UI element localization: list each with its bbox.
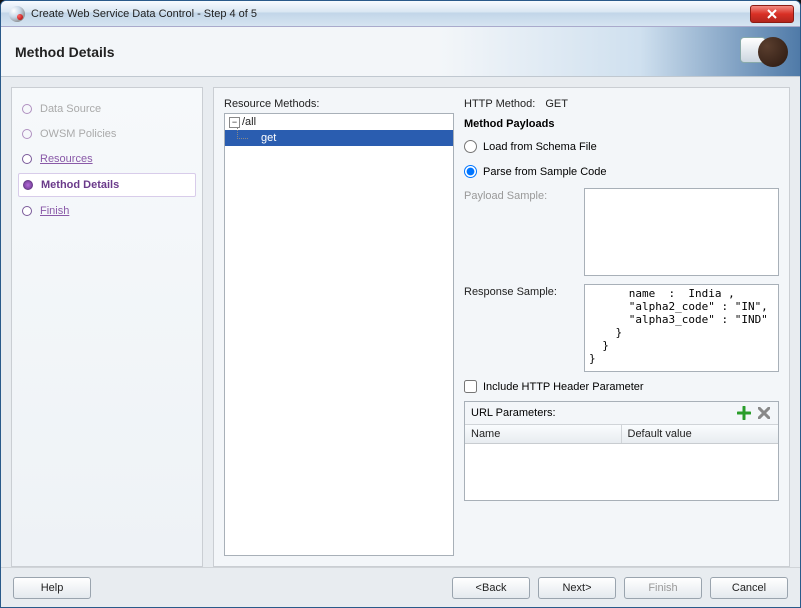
step-label: OWSM Policies bbox=[40, 128, 116, 140]
table-body[interactable] bbox=[465, 444, 778, 500]
tree-node-get[interactable]: get bbox=[225, 130, 453, 146]
radio-label: Parse from Sample Code bbox=[483, 166, 607, 178]
header-band: Method Details bbox=[1, 27, 800, 77]
page-title: Method Details bbox=[15, 44, 115, 60]
remove-parameter-button[interactable] bbox=[756, 405, 772, 421]
close-icon bbox=[767, 9, 777, 19]
step-method-details: Method Details bbox=[18, 173, 196, 197]
app-icon bbox=[9, 6, 25, 22]
response-sample-label: Response Sample: bbox=[464, 284, 574, 298]
tree-node-root[interactable]: − /all bbox=[225, 114, 453, 130]
http-method-label: HTTP Method: bbox=[464, 98, 535, 110]
back-button[interactable]: < Back bbox=[452, 577, 530, 599]
http-method-row: HTTP Method: GET bbox=[464, 98, 779, 110]
col-name: Name bbox=[465, 425, 622, 443]
radio-label: Load from Schema File bbox=[483, 141, 597, 153]
step-resources[interactable]: Resources bbox=[18, 148, 196, 170]
main-panel: Resource Methods: − /all get HTTP Method… bbox=[213, 87, 790, 567]
step-label: Data Source bbox=[40, 103, 101, 115]
details-column: HTTP Method: GET Method Payloads Load fr… bbox=[464, 98, 779, 556]
payload-sample-textarea[interactable] bbox=[584, 188, 779, 276]
add-parameter-button[interactable] bbox=[736, 405, 752, 421]
cancel-button[interactable]: Cancel bbox=[710, 577, 788, 599]
tree-node-label: get bbox=[261, 132, 276, 144]
plus-icon bbox=[737, 406, 751, 420]
button-label: Cancel bbox=[732, 582, 766, 594]
url-parameters-label: URL Parameters: bbox=[471, 407, 556, 419]
button-bar: Help < Back Next > Finish Cancel bbox=[1, 567, 800, 607]
step-label: Method Details bbox=[41, 179, 119, 191]
header-decor-icon bbox=[740, 33, 788, 69]
radio-parse-sample[interactable]: Parse from Sample Code bbox=[464, 163, 779, 180]
dialog-window: Create Web Service Data Control - Step 4… bbox=[0, 0, 801, 608]
step-data-source: Data Source bbox=[18, 98, 196, 120]
url-parameters-table[interactable]: Name Default value bbox=[465, 425, 778, 500]
url-parameters-panel: URL Parameters: Name Default value bbox=[464, 401, 779, 501]
wizard-steps-sidebar: Data Source OWSM Policies Resources Meth… bbox=[11, 87, 203, 567]
button-label: Back bbox=[482, 582, 506, 594]
titlebar[interactable]: Create Web Service Data Control - Step 4… bbox=[1, 1, 800, 27]
table-header: Name Default value bbox=[465, 425, 778, 444]
include-http-header-checkbox[interactable] bbox=[464, 380, 477, 393]
payload-sample-label: Payload Sample: bbox=[464, 188, 574, 202]
tree-collapse-icon[interactable]: − bbox=[229, 117, 240, 128]
http-method-value: GET bbox=[545, 98, 568, 110]
button-label: Help bbox=[41, 582, 64, 594]
window-title: Create Web Service Data Control - Step 4… bbox=[31, 8, 257, 20]
resource-methods-tree[interactable]: − /all get bbox=[224, 113, 454, 556]
next-button[interactable]: Next > bbox=[538, 577, 616, 599]
method-payloads-title: Method Payloads bbox=[464, 118, 779, 130]
x-icon bbox=[758, 407, 770, 419]
step-owsm-policies: OWSM Policies bbox=[18, 123, 196, 145]
resource-methods-column: Resource Methods: − /all get bbox=[224, 98, 454, 556]
radio-load-schema-input[interactable] bbox=[464, 140, 477, 153]
url-parameters-header: URL Parameters: bbox=[465, 402, 778, 425]
response-sample-row: Response Sample: name : India , "alpha2_… bbox=[464, 284, 779, 372]
payload-sample-row: Payload Sample: bbox=[464, 188, 779, 276]
include-http-header-row[interactable]: Include HTTP Header Parameter bbox=[464, 380, 779, 393]
finish-button: Finish bbox=[624, 577, 702, 599]
radio-parse-sample-input[interactable] bbox=[464, 165, 477, 178]
col-default: Default value bbox=[622, 425, 779, 443]
tree-node-label: /all bbox=[242, 116, 256, 128]
response-sample-textarea[interactable]: name : India , "alpha2_code" : "IN", "al… bbox=[584, 284, 779, 372]
resource-methods-label: Resource Methods: bbox=[224, 98, 454, 110]
close-button[interactable] bbox=[750, 5, 794, 23]
step-link[interactable]: Finish bbox=[40, 205, 69, 217]
button-label: Finish bbox=[648, 582, 677, 594]
checkbox-label: Include HTTP Header Parameter bbox=[483, 381, 644, 393]
step-finish[interactable]: Finish bbox=[18, 200, 196, 222]
step-link[interactable]: Resources bbox=[40, 153, 93, 165]
radio-load-schema[interactable]: Load from Schema File bbox=[464, 138, 779, 155]
content-area: Data Source OWSM Policies Resources Meth… bbox=[1, 77, 800, 567]
button-label: Next bbox=[562, 582, 585, 594]
help-button[interactable]: Help bbox=[13, 577, 91, 599]
